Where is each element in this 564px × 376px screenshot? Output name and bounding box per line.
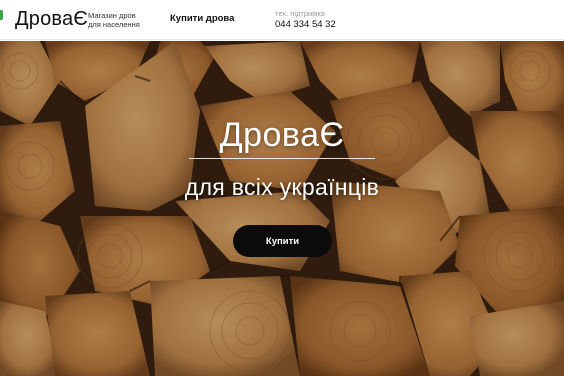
tagline-line-2: для населення — [88, 20, 140, 29]
firewood-background-image — [0, 41, 564, 376]
hero-title: ДроваЄ — [219, 116, 345, 154]
tagline: Магазин дров для населення — [88, 11, 140, 29]
logo[interactable]: ДроваЄ — [15, 7, 88, 31]
support-phone[interactable]: 044 334 54 32 — [275, 19, 336, 30]
nav-buy-firewood-link[interactable]: Купити дрова — [170, 13, 234, 25]
hero-section: ДроваЄ для всіх українців Купити — [0, 41, 564, 376]
support-label: тех. підтримка — [275, 9, 325, 18]
hero-divider — [189, 158, 375, 159]
hero-subtitle: для всіх українців — [184, 174, 380, 200]
logo-mark-icon — [0, 10, 3, 20]
buy-button[interactable]: Купити — [233, 225, 332, 257]
site-header: ДроваЄ Магазин дров для населення Купити… — [0, 0, 564, 40]
tagline-line-1: Магазин дров — [88, 11, 136, 20]
